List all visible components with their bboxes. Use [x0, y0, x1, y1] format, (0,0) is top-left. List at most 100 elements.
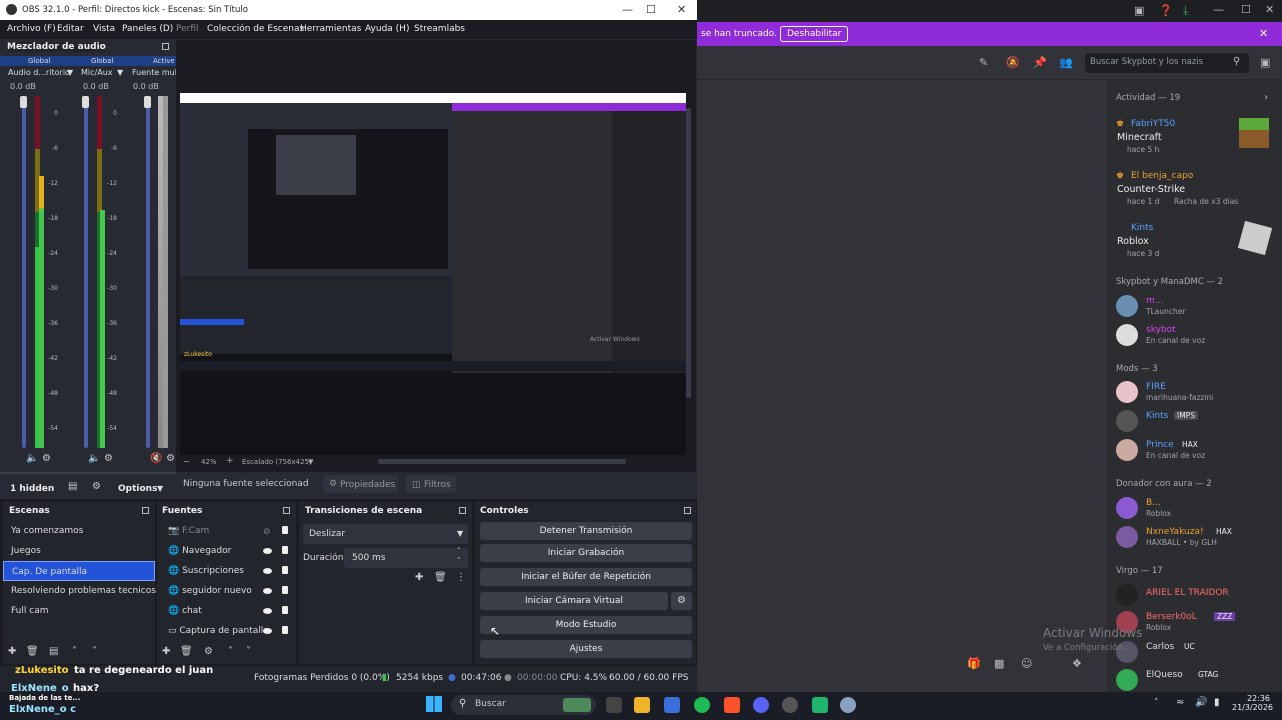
dock-float-icon[interactable] [459, 507, 466, 514]
brave-icon[interactable] [724, 697, 740, 713]
download-icon[interactable]: ⤓ [1183, 3, 1188, 18]
threads-icon[interactable]: ✎ [979, 56, 988, 69]
eye-icon[interactable] [263, 587, 272, 597]
chevron-down-icon[interactable]: ▼ [67, 68, 73, 77]
add-icon[interactable]: ✚ [415, 572, 423, 583]
dock-float-icon[interactable] [162, 43, 169, 50]
settings-icon[interactable]: ⚙ [166, 453, 175, 464]
chevron-up-icon[interactable]: ˄ [1154, 698, 1159, 708]
preview-scrollbar-v[interactable] [686, 108, 691, 398]
eye-icon[interactable] [263, 567, 272, 577]
speaker-icon[interactable]: 🔈 [26, 453, 38, 464]
source-item[interactable]: ▭ Captura de pantalla [160, 621, 295, 641]
windows-start-icon[interactable] [426, 696, 442, 712]
options-button[interactable]: Options [118, 484, 157, 494]
lock-icon[interactable] [282, 626, 288, 637]
obs-icon[interactable] [782, 697, 798, 713]
preview-scrollbar-h[interactable] [378, 459, 626, 464]
trash-icon[interactable]: 🗑 [434, 572, 447, 583]
chevron-down-icon[interactable]: ▼ [117, 68, 123, 77]
taskbar-search[interactable]: ⚲ Buscar [451, 695, 596, 715]
menu-ayuda[interactable]: Ayuda (H) [365, 24, 409, 34]
start-virtual-cam-button[interactable]: Iniciar Cámara Virtual [480, 592, 668, 610]
scene-item-selected[interactable]: Cap. De pantalla [3, 561, 155, 581]
scene-item[interactable]: Ya comenzamos [3, 521, 155, 541]
gear-icon[interactable]: ⚙ [671, 592, 692, 610]
search-input[interactable]: Buscar Skypbot y los nazis ⚲ [1085, 53, 1249, 73]
eye-icon[interactable] [263, 547, 272, 557]
activity-card[interactable]: Kints Roblox hace 3 d [1116, 220, 1278, 260]
start-replay-buffer-button[interactable]: Iniciar el Búfer de Repetición [480, 568, 692, 586]
hidden-count[interactable]: 1 hidden [10, 484, 54, 494]
add-icon[interactable]: ✚ [8, 646, 16, 657]
menu-coleccion-escenas[interactable]: Colección de Escenas [207, 24, 304, 34]
lock-icon[interactable] [282, 546, 288, 557]
stepper-down-icon[interactable]: ˅ [457, 557, 461, 565]
dock-float-icon[interactable] [283, 507, 290, 514]
settings-icon[interactable]: ⚙ [42, 453, 51, 464]
store-icon[interactable] [664, 697, 680, 713]
gif-icon[interactable]: ▩ [994, 657, 1004, 670]
menu-paneles[interactable]: Paneles (D) [122, 24, 173, 34]
layout-icon[interactable]: ▤ [49, 646, 58, 657]
inbox-icon[interactable]: ▣ [1260, 56, 1270, 69]
dock-float-icon[interactable] [684, 507, 691, 514]
eye-hidden-icon[interactable]: ⊘ [263, 527, 271, 537]
minimize-icon[interactable]: — [1213, 3, 1224, 16]
volume-fader[interactable] [22, 96, 26, 448]
maximize-icon[interactable]: ☐ [646, 3, 656, 16]
menu-herramientas[interactable]: Herramientas [300, 24, 361, 34]
arrow-down-icon[interactable]: ˅ [246, 646, 251, 657]
source-item[interactable]: 🌐 chat [160, 601, 295, 621]
zoom-in-icon[interactable]: + [226, 456, 234, 466]
lock-icon[interactable] [282, 566, 288, 577]
dock-float-icon[interactable] [142, 507, 149, 514]
file-explorer-icon[interactable] [634, 697, 650, 713]
speaker-icon[interactable]: 🔈 [88, 453, 100, 464]
stop-stream-button[interactable]: Detener Transmisión [480, 522, 692, 540]
close-icon[interactable]: ✕ [1265, 3, 1274, 16]
arrow-up-icon[interactable]: ˄ [72, 646, 77, 657]
studio-mode-button[interactable]: Modo Estudio [480, 616, 692, 634]
sticker-icon[interactable]: ☺ [1021, 657, 1032, 670]
trash-icon[interactable]: 🗑 [180, 646, 193, 657]
start-recording-button[interactable]: Iniciar Grabación [480, 544, 692, 562]
disable-button[interactable]: Deshabilitar [780, 26, 849, 42]
settings-icon[interactable] [840, 697, 856, 713]
stepper-up-icon[interactable]: ˄ [457, 547, 461, 555]
add-icon[interactable]: ✚ [162, 646, 170, 657]
lock-icon[interactable] [282, 586, 288, 597]
trash-icon[interactable]: 🗑 [26, 646, 39, 657]
menu-vista[interactable]: Vista [93, 24, 115, 34]
menu-archivo[interactable]: Archivo (F) [7, 24, 56, 34]
fader-knob[interactable] [82, 96, 89, 108]
bell-muted-icon[interactable]: 🔕 [1006, 56, 1020, 69]
zoom-out-icon[interactable]: − [183, 457, 190, 466]
fader-knob[interactable] [20, 96, 27, 108]
layout-icon[interactable]: ▤ [68, 481, 77, 492]
volume-icon[interactable]: 🔊 [1195, 697, 1207, 708]
close-icon[interactable]: ✕ [1259, 27, 1268, 40]
chevron-down-icon[interactable]: ▼ [308, 458, 313, 466]
help-icon[interactable]: ❓ [1159, 4, 1173, 17]
scale-mode[interactable]: Escalado (756x425) [242, 458, 312, 466]
fader-knob[interactable] [144, 96, 151, 108]
more-vertical-icon[interactable]: ⋮ [456, 572, 466, 583]
members-icon[interactable]: 👥 [1059, 56, 1073, 69]
volume-fader[interactable] [84, 96, 88, 448]
apps-icon[interactable]: ❖ [1072, 657, 1082, 670]
chevron-right-icon[interactable]: › [1264, 92, 1268, 103]
gear-icon[interactable]: ⚙ [92, 481, 101, 492]
gear-icon[interactable]: ⚙ [204, 646, 213, 657]
eye-icon[interactable] [263, 627, 272, 637]
arrow-down-icon[interactable]: ˅ [92, 646, 97, 657]
spotify-icon[interactable] [694, 697, 710, 713]
discord-icon[interactable] [753, 697, 769, 713]
inbox-icon[interactable]: ▣ [1134, 4, 1144, 17]
source-item[interactable]: 🌐 seguidor nuevo [160, 581, 295, 601]
menu-editar[interactable]: Editar [57, 24, 84, 34]
clock[interactable]: 22:36 21/3/2026 [1232, 694, 1273, 712]
close-icon[interactable]: ✕ [677, 3, 686, 16]
activity-card[interactable]: ♚ FabriYT50 Minecraft hace 5 h [1116, 118, 1278, 156]
chevron-down-icon[interactable]: ▼ [157, 484, 163, 493]
